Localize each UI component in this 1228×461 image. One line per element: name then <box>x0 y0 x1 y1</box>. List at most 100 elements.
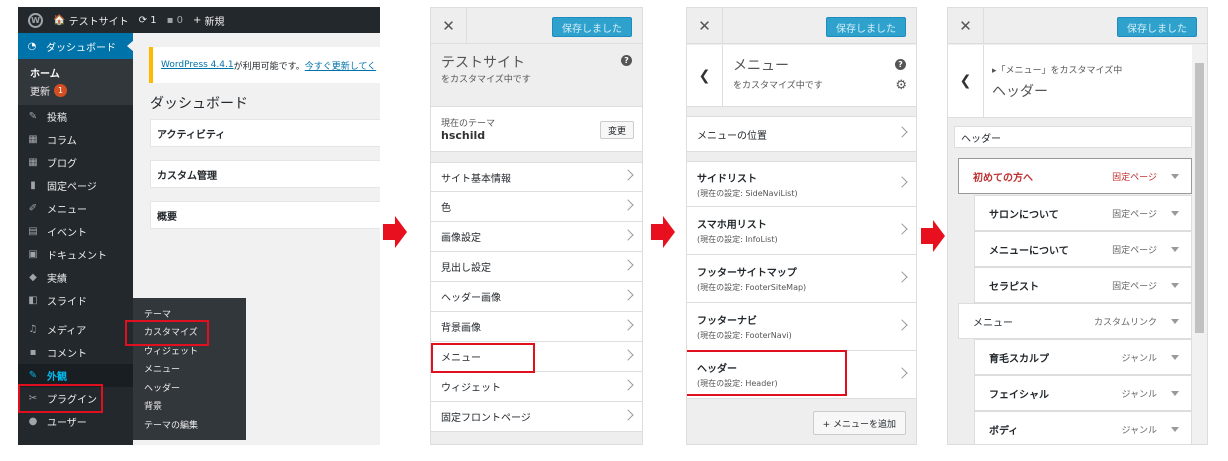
updates-link[interactable]: ⟳ 1 <box>139 15 157 26</box>
sidebar-item-comments[interactable]: ▪ コメント <box>18 341 133 364</box>
change-theme-button[interactable]: 変更 <box>599 121 634 139</box>
help-icon[interactable]: ? <box>621 55 632 66</box>
dropdown-arrow-icon[interactable] <box>1171 173 1179 179</box>
help-icon[interactable]: ? <box>895 59 906 70</box>
menu-item[interactable]: セラピスト 固定ページ <box>974 267 1192 303</box>
flyout-menus[interactable]: メニュー <box>133 360 246 379</box>
menu-item[interactable]: 初めての方へ 固定ページ <box>958 158 1192 194</box>
chevron-right-icon <box>896 366 908 379</box>
scrollbar-thumb[interactable] <box>1195 63 1204 333</box>
grid-icon: ▦ <box>28 134 38 145</box>
flyout-header[interactable]: ヘッダー <box>133 378 246 397</box>
sidebar-item-document[interactable]: ▣ ドキュメント <box>18 243 133 266</box>
section-background-image[interactable]: 背景画像 <box>431 312 642 342</box>
chevron-right-icon <box>622 408 634 421</box>
page-title: ダッシュボード <box>150 96 248 112</box>
section-site-identity[interactable]: サイト基本情報 <box>431 162 642 192</box>
highlight-menus <box>431 343 535 373</box>
close-icon[interactable]: ✕ <box>948 8 984 44</box>
version-link[interactable]: WordPress 4.4.1 <box>161 60 234 70</box>
arrow-right-icon <box>921 220 945 252</box>
saved-button[interactable]: 保存しました <box>552 17 632 37</box>
section-widgets[interactable]: ウィジェット <box>431 372 642 402</box>
sidebar-item-media[interactable]: ♫ メディア <box>18 318 133 341</box>
highlight-customize <box>125 320 209 346</box>
sidebar-item-posts[interactable]: ✎ 投稿 <box>18 105 133 128</box>
arrow-right-icon <box>651 216 675 248</box>
menu-item[interactable]: メニュー カスタムリンク <box>958 303 1192 339</box>
sidebar-item-pages[interactable]: ▮ 固定ページ <box>18 174 133 197</box>
dropdown-arrow-icon[interactable] <box>1171 354 1179 360</box>
gear-icon[interactable]: ⚙ <box>895 78 907 93</box>
customizer-header: ✕ 保存しました <box>431 8 642 44</box>
comment-icon: ▪ <box>29 347 37 358</box>
dashboard-icon: ◔ <box>27 40 37 52</box>
sidebar-item-users[interactable]: ● ユーザー <box>18 410 133 433</box>
activity-box[interactable]: アクティビティ <box>150 119 380 147</box>
sidebar-item-blog[interactable]: ▦ ブログ <box>18 151 133 174</box>
add-menu-button[interactable]: + メニューを追加 <box>812 411 906 435</box>
menu-item[interactable]: メニューについて 固定ページ <box>974 231 1192 267</box>
overview-box[interactable]: 概要 <box>150 201 380 229</box>
chevron-right-icon <box>896 126 908 138</box>
submenu-home[interactable]: ホーム <box>18 63 133 81</box>
saved-button[interactable]: 保存しました <box>1117 17 1197 37</box>
flyout-theme-editor[interactable]: テーマの編集 <box>133 415 246 434</box>
menu-item[interactable]: サロンについて 固定ページ <box>974 195 1192 231</box>
back-icon[interactable]: ❮ <box>948 45 984 117</box>
dropdown-arrow-icon[interactable] <box>1171 318 1179 324</box>
close-icon[interactable]: ✕ <box>431 8 467 44</box>
new-content-link[interactable]: + 新規 <box>193 13 225 28</box>
breadcrumb: ▸「メニュー」をカスタマイズ中 <box>992 66 1123 76</box>
custom-admin-box[interactable]: カスタム管理 <box>150 160 380 188</box>
admin-bar: W 🏠 テストサイト ⟳ 1 ▪ 0 + 新規 <box>18 7 380 33</box>
comments-link[interactable]: ▪ 0 <box>167 15 183 26</box>
section-static-front-page[interactable]: 固定フロントページ <box>431 402 642 432</box>
site-name-link[interactable]: 🏠 テストサイト <box>53 13 129 28</box>
customizing-subtitle: をカスタマイズ中です <box>441 75 531 85</box>
wp-admin-panel: W 🏠 テストサイト ⟳ 1 ▪ 0 + 新規 ◔ ダッシュボード ホーム 更新… <box>18 7 380 445</box>
menu-smartphone-list[interactable]: スマホ用リスト (現在の設定: InfoList) <box>687 207 916 255</box>
menu-locations-section[interactable]: メニューの位置 <box>687 116 916 152</box>
plus-icon: + <box>192 14 202 26</box>
dropdown-arrow-icon[interactable] <box>1171 246 1179 252</box>
section-heading-settings[interactable]: 見出し設定 <box>431 252 642 282</box>
comment-icon: ▪ <box>166 14 174 26</box>
menu-footer-navi[interactable]: フッターナビ (現在の設定: FooterNavi) <box>687 303 916 351</box>
menu-footer-sitemap[interactable]: フッターサイトマップ (現在の設定: FooterSiteMap) <box>687 255 916 303</box>
highlight-header-menu <box>687 350 847 396</box>
chevron-right-icon <box>622 258 634 271</box>
sidebar-item-event[interactable]: ▤ イベント <box>18 220 133 243</box>
sidebar-item-works[interactable]: ◆ 実績 <box>18 266 133 289</box>
menu-item[interactable]: ボディ ジャンル <box>974 411 1192 444</box>
menu-item[interactable]: フェイシャル ジャンル <box>974 375 1192 411</box>
saved-button[interactable]: 保存しました <box>826 17 906 37</box>
sidebar-item-dashboard[interactable]: ◔ ダッシュボード <box>18 33 134 59</box>
customizer-main-panel: ✕ 保存しました テストサイト をカスタマイズ中です ? 現在のテーマ hsch… <box>430 7 643 445</box>
dropdown-arrow-icon[interactable] <box>1171 390 1179 396</box>
customizer-header: ✕ 保存しました <box>948 8 1207 44</box>
dropdown-arrow-icon[interactable] <box>1171 426 1179 432</box>
menu-side-list[interactable]: サイドリスト (現在の設定: SideNaviList) <box>687 161 916 207</box>
grid-icon: ▦ <box>28 157 38 168</box>
menu-name-input[interactable]: ヘッダー <box>954 126 1192 148</box>
dropdown-arrow-icon[interactable] <box>1171 282 1179 288</box>
panel-title: ヘッダー <box>992 84 1048 100</box>
menu-item[interactable]: 育毛スカルプ ジャンル <box>974 339 1192 375</box>
sidebar-item-menu[interactable]: ✐ メニュー <box>18 197 133 220</box>
section-colors[interactable]: 色 <box>431 192 642 222</box>
close-icon[interactable]: ✕ <box>687 8 723 44</box>
back-icon[interactable]: ❮ <box>687 45 723 106</box>
sidebar-item-column[interactable]: ▦ コラム <box>18 128 133 151</box>
flyout-background[interactable]: 背景 <box>133 397 246 416</box>
sidebar-item-slide[interactable]: ◧ スライド <box>18 289 133 312</box>
update-now-link[interactable]: 今すぐ更新してく <box>305 59 376 72</box>
update-notice: WordPress 4.4.1 が利用可能です。 今すぐ更新してく <box>149 47 380 83</box>
section-header-image[interactable]: ヘッダー画像 <box>431 282 642 312</box>
section-image-settings[interactable]: 画像設定 <box>431 222 642 252</box>
dropdown-arrow-icon[interactable] <box>1171 210 1179 216</box>
wordpress-logo-icon[interactable]: W <box>28 12 43 28</box>
submenu-updates[interactable]: 更新 1 <box>18 81 133 99</box>
scrollbar[interactable] <box>1192 45 1207 444</box>
customizer-menus-panel: ✕ 保存しました ❮ メニュー をカスタマイズ中です ? ⚙ メニューの位置 サ… <box>686 7 917 445</box>
